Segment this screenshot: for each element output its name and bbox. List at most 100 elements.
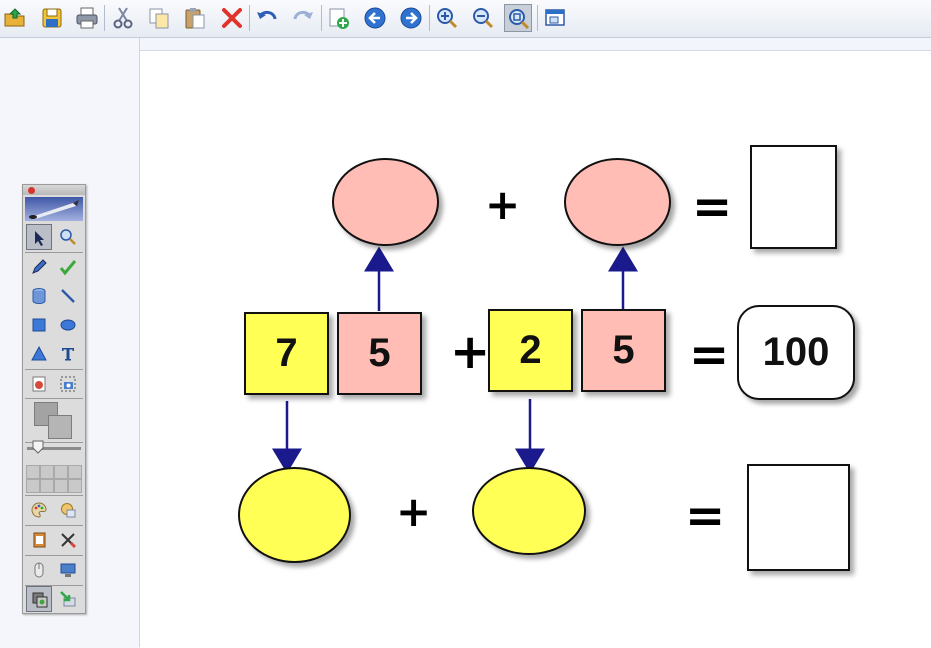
palette-separator [25, 252, 83, 253]
palette-icon [31, 502, 47, 518]
color-palette-button[interactable] [26, 497, 52, 523]
cylinder-icon [32, 288, 46, 305]
save-icon [42, 8, 62, 28]
paste-button[interactable] [181, 4, 209, 32]
page-sorter-button[interactable] [26, 527, 52, 553]
color-cell[interactable] [40, 465, 54, 479]
digit-box-5-right[interactable]: 5 [581, 309, 666, 392]
forward-button[interactable] [397, 4, 425, 32]
math-puzzle: + = 7 5 + 2 5 = 100 + = [140, 51, 931, 648]
arrow-pointer-icon [35, 231, 44, 246]
palette-separator [25, 398, 83, 399]
highlighter-icon [59, 260, 77, 276]
export-icon [60, 591, 76, 607]
effects-button[interactable] [55, 497, 81, 523]
palette-separator [25, 525, 83, 526]
back-button[interactable] [361, 4, 389, 32]
delete-button[interactable] [218, 4, 246, 32]
page-icon [33, 532, 46, 548]
pen-brush-icon [29, 200, 79, 219]
undo-button[interactable] [253, 4, 281, 32]
color-cell[interactable] [26, 465, 40, 479]
answer-box-bottom[interactable] [747, 464, 850, 571]
text-icon [62, 348, 74, 361]
insert-image-button[interactable] [26, 371, 52, 397]
ellipse-tool-button[interactable] [55, 312, 81, 338]
new-page-button[interactable] [325, 4, 353, 32]
print-button[interactable] [73, 4, 101, 32]
yellow-ellipse-right[interactable] [472, 467, 586, 555]
triangle-icon [31, 345, 47, 361]
zoom-fit-button[interactable] [504, 4, 532, 32]
pen-tool-button[interactable] [26, 254, 52, 280]
palette-close-button[interactable] [28, 187, 35, 194]
yellow-ellipse-left[interactable] [238, 467, 351, 563]
color-cell[interactable] [54, 465, 68, 479]
whiteboard-canvas[interactable]: + = 7 5 + 2 5 = 100 + = [140, 50, 931, 648]
redo-icon [293, 10, 313, 20]
color-cell[interactable] [54, 479, 68, 493]
equals-sign-row1: = [692, 179, 733, 235]
color-cell[interactable] [26, 479, 40, 493]
pink-ellipse-left[interactable] [332, 158, 439, 246]
mouse-mode-button[interactable] [26, 557, 52, 583]
pink-ellipse-right[interactable] [564, 158, 671, 246]
layer-button[interactable] [26, 586, 52, 612]
zoom-in-button[interactable] [433, 4, 461, 32]
screen-button[interactable] [55, 557, 81, 583]
text-tool-button[interactable] [55, 341, 81, 367]
capture-button[interactable] [55, 371, 81, 397]
screen-icon [60, 563, 76, 577]
cut-button[interactable] [109, 4, 137, 32]
delete-icon [222, 8, 242, 28]
copy-icon [149, 8, 169, 29]
redo-button[interactable] [289, 4, 317, 32]
plus-sign-row2: + [450, 324, 491, 380]
export-button[interactable] [55, 586, 81, 612]
toolbar-separator [537, 5, 538, 31]
line-icon [61, 289, 75, 303]
mouse-icon [34, 562, 44, 578]
color-cell[interactable] [68, 465, 82, 479]
main-toolbar [0, 0, 931, 38]
back-icon [364, 7, 386, 29]
rectangle-icon [32, 318, 46, 332]
zoom-tool-button[interactable] [55, 224, 81, 250]
answer-box-top[interactable] [750, 145, 837, 249]
equals-sign-row2: = [689, 327, 730, 383]
color-cell[interactable] [40, 479, 54, 493]
window-button[interactable] [541, 4, 569, 32]
toolbar-separator [321, 5, 322, 31]
line-color-swatch[interactable] [48, 415, 72, 439]
slider-knob-icon[interactable] [32, 440, 44, 454]
fill-tool-button[interactable] [26, 283, 52, 309]
zoom-in-icon [437, 8, 458, 29]
palette-banner [25, 197, 83, 221]
select-tool-button[interactable] [26, 224, 52, 250]
forward-icon [400, 7, 422, 29]
image-icon [32, 376, 46, 392]
toolbar-separator [249, 5, 250, 31]
magnifier-icon [60, 229, 76, 245]
zoom-out-button[interactable] [469, 4, 497, 32]
highlighter-tool-button[interactable] [55, 254, 81, 280]
zoom-fit-icon [509, 9, 530, 30]
cut-icon [113, 7, 133, 29]
rectangle-tool-button[interactable] [26, 312, 52, 338]
open-button[interactable] [1, 4, 29, 32]
digit-box-2[interactable]: 2 [488, 309, 573, 392]
tools-button[interactable] [55, 527, 81, 553]
line-tool-button[interactable] [55, 283, 81, 309]
save-button[interactable] [38, 4, 66, 32]
copy-button[interactable] [145, 4, 173, 32]
color-cell[interactable] [68, 479, 82, 493]
paste-icon [185, 8, 205, 29]
total-box[interactable]: 100 [737, 305, 855, 400]
open-icon [4, 8, 25, 27]
palette-titlebar[interactable] [23, 185, 85, 195]
shape-tool-button[interactable] [26, 341, 52, 367]
digit-box-5-left[interactable]: 5 [337, 312, 422, 395]
fill-effect-icon [61, 503, 76, 518]
digit-box-7[interactable]: 7 [244, 312, 329, 395]
zoom-out-icon [473, 8, 494, 29]
